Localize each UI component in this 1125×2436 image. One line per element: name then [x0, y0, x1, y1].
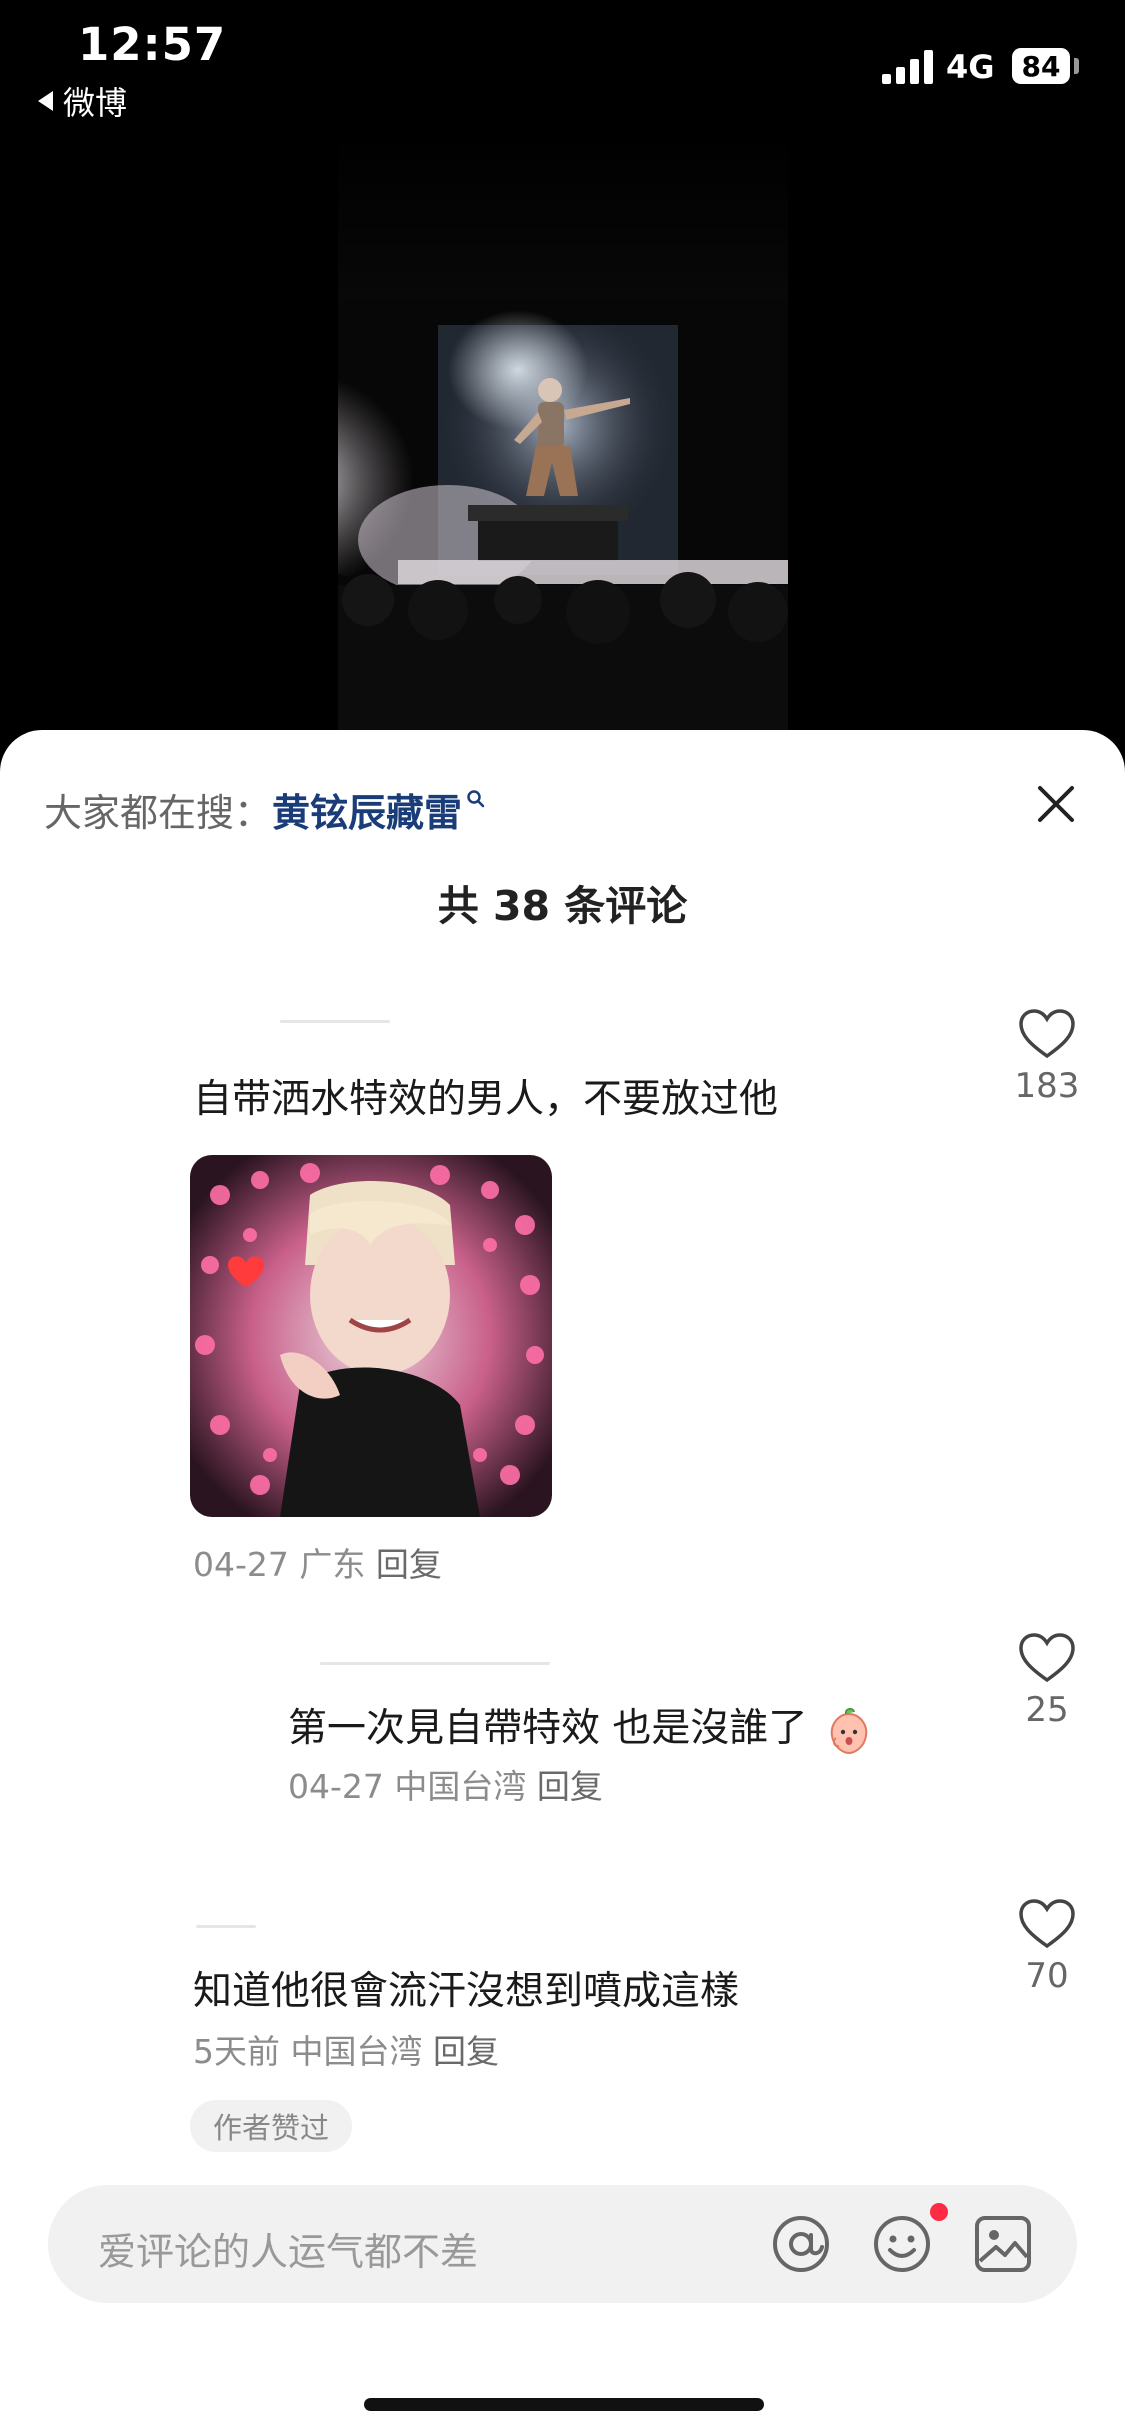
at-mention-icon[interactable] — [770, 2213, 832, 2275]
comment-image[interactable] — [190, 1155, 552, 1517]
like-button[interactable]: 183 — [1002, 1008, 1092, 1106]
back-arrow-icon — [38, 91, 53, 111]
back-to-weibo-link[interactable]: 微博 — [38, 78, 127, 124]
status-time: 12:57 — [78, 18, 227, 71]
peach-face-emoji-icon — [830, 1707, 868, 1754]
comment-location: 中国台湾 — [290, 2032, 423, 2071]
username-placeholder — [280, 1020, 390, 1023]
trending-search-term[interactable]: 黄铉辰藏雷 — [272, 782, 462, 837]
reply-button[interactable]: 回复 — [537, 1767, 603, 1806]
heart-icon — [1019, 1633, 1075, 1683]
comment-date: 04-27 — [193, 1545, 289, 1584]
comment-input-bar[interactable]: 爱评论的人运气都不差 — [48, 2185, 1077, 2303]
post-media-image[interactable] — [338, 300, 788, 730]
like-count: 25 — [1025, 1690, 1069, 1730]
username-placeholder — [196, 1925, 256, 1928]
back-label: 微博 — [63, 84, 128, 122]
like-count: 70 — [1025, 1956, 1069, 1996]
comment-input-placeholder[interactable]: 爱评论的人运气都不差 — [98, 2221, 478, 2276]
battery-nub — [1074, 58, 1079, 74]
comment-meta: 04-27 中国台湾 回复 — [288, 1760, 603, 1808]
search-icon — [467, 789, 485, 807]
comment-count-title: 共 38 条评论 — [437, 882, 688, 930]
battery-icon: 84 — [1012, 48, 1070, 84]
trending-search-prefix: 大家都在搜： — [44, 791, 273, 835]
comment-date: 5天前 — [193, 2032, 280, 2071]
like-button[interactable]: 25 — [1002, 1632, 1092, 1730]
hearts-photo-icon — [190, 1155, 552, 1517]
comment-meta: 5天前 中国台湾 回复 — [193, 2025, 499, 2073]
cellular-signal-icon — [882, 50, 933, 84]
comments-sheet: 大家都在搜： 黄铉辰藏雷 共 38 条评论 自带洒水特效的男人，不要放过他 18… — [0, 730, 1125, 2436]
emoji-icon[interactable] — [871, 2213, 933, 2275]
like-button[interactable]: 70 — [1002, 1898, 1092, 1996]
close-icon[interactable] — [1030, 778, 1082, 830]
comment-date: 04-27 — [288, 1767, 384, 1806]
image-picker-icon[interactable] — [972, 2213, 1034, 2275]
home-indicator — [364, 2398, 764, 2411]
comment-meta: 04-27 广东 回复 — [193, 1538, 442, 1586]
comment-text: 自带洒水特效的男人，不要放过他 — [193, 1077, 779, 1122]
comment-text: 第一次見自帶特效 也是沒誰了 — [288, 1697, 874, 1756]
battery-level: 84 — [1021, 49, 1061, 83]
comment-text: 知道他很會流汗沒想到噴成這樣 — [193, 1969, 740, 2014]
heart-icon — [1019, 1009, 1075, 1059]
network-type: 4G — [946, 48, 995, 86]
trending-search-link[interactable]: 大家都在搜： 黄铉辰藏雷 — [44, 782, 486, 837]
reply-button[interactable]: 回复 — [433, 2032, 499, 2071]
author-liked-badge: 作者赞过 — [190, 2100, 352, 2152]
notification-dot — [930, 2203, 948, 2221]
reply-comment-text: 第一次見自帶特效 也是沒誰了 — [288, 1706, 808, 1751]
username-placeholder — [320, 1662, 550, 1665]
media-backdrop — [338, 130, 788, 300]
comment-location: 广东 — [299, 1545, 366, 1584]
concert-photo-icon — [338, 300, 788, 730]
status-bar: 12:57 微博 4G 84 — [0, 0, 1125, 130]
heart-icon — [1019, 1899, 1075, 1949]
like-count: 183 — [1014, 1066, 1080, 1106]
reply-button[interactable]: 回复 — [376, 1545, 442, 1584]
comment-location: 中国台湾 — [394, 1767, 527, 1806]
